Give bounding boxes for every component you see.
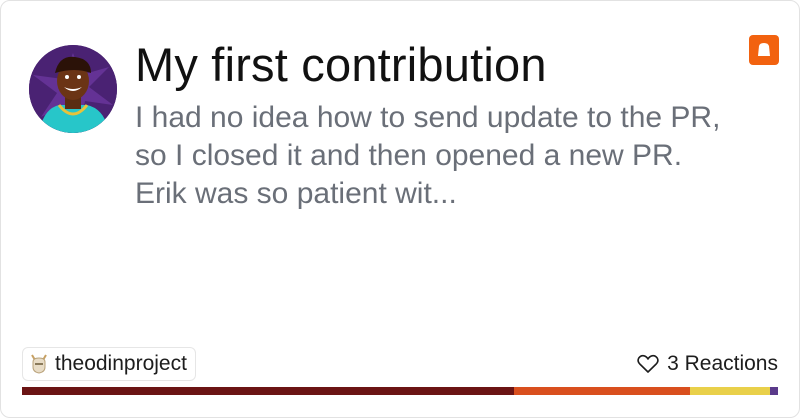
article-title[interactable]: My first contribution: [135, 37, 547, 93]
reactions-count[interactable]: 3 Reactions: [637, 349, 778, 379]
color-bar-segment: [770, 387, 778, 395]
article-card[interactable]: My first contribution I had no idea how …: [0, 0, 800, 418]
heart-icon: [637, 354, 659, 374]
organization-tag[interactable]: theodinproject: [22, 347, 196, 381]
brand-color-bar: [22, 387, 778, 395]
dev-platform-logo-icon: [749, 35, 779, 65]
color-bar-segment: [22, 387, 514, 395]
organization-name: theodinproject: [55, 352, 187, 375]
color-bar-segment: [514, 387, 690, 395]
article-excerpt: I had no idea how to send update to the …: [135, 101, 721, 210]
reactions-label: 3 Reactions: [667, 352, 778, 375]
author-avatar[interactable]: [29, 45, 117, 133]
color-bar-segment: [690, 387, 770, 395]
odin-helmet-icon: [29, 353, 49, 375]
avatar-image: [29, 45, 117, 133]
